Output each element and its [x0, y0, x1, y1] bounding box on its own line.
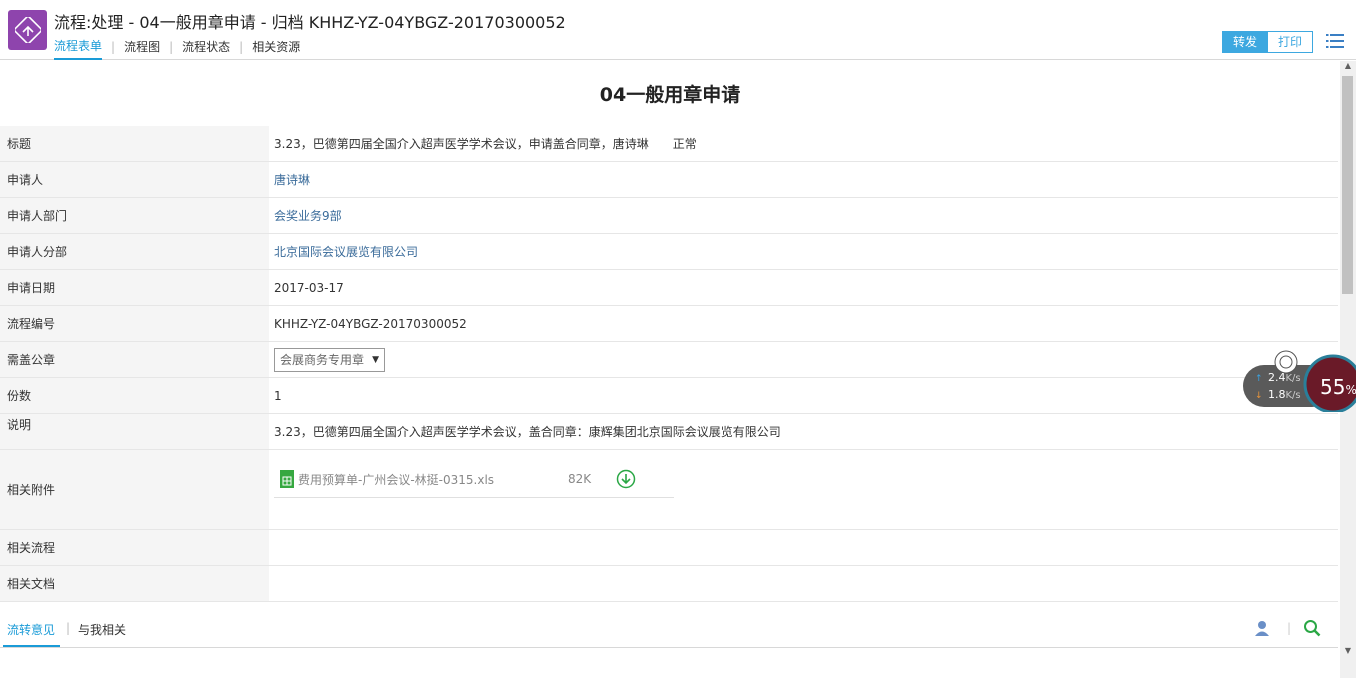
urgency-status: 正常 — [672, 137, 697, 151]
row-label: 相关文档 — [0, 566, 269, 601]
scroll-down-arrow-icon[interactable]: ▼ — [1340, 646, 1356, 660]
row-label: 申请日期 — [0, 270, 269, 305]
form-row-subject: 标题 3.23，巴德第四届全国介入超声医学学术会议，申请盖合同章，唐诗琳 正常 — [0, 126, 1338, 162]
tab-flow-form[interactable]: 流程表单 — [54, 37, 103, 60]
page-header: 流程:处理 - 04一般用章申请 - 归档 KHHZ-YZ-04YBGZ-201… — [0, 0, 1356, 60]
dropdown-arrow-icon: ▼ — [372, 354, 379, 365]
svg-text:↓: ↓ — [1255, 391, 1263, 401]
excel-file-icon — [280, 470, 294, 488]
form-row-branch: 申请人分部 北京国际会议展览有限公司 — [0, 234, 1338, 270]
active-tab-underline — [3, 645, 60, 647]
tab-flow-chart[interactable]: 流程图 — [124, 38, 160, 59]
user-icon[interactable] — [1253, 619, 1271, 637]
row-value: 北京国际会议展览有限公司 — [269, 234, 1338, 269]
form-content: 04一般用章申请 标题 3.23，巴德第四届全国介入超声医学学术会议，申请盖合同… — [0, 61, 1340, 678]
network-widget-graphic: ↑ ↓ 2.4K/s 1.8K/s 55% — [1243, 350, 1356, 414]
row-label: 份数 — [0, 378, 269, 413]
form-row-flow-no: 流程编号 KHHZ-YZ-04YBGZ-20170300052 — [0, 306, 1338, 342]
svg-text:2.4K/s: 2.4K/s — [1268, 371, 1301, 384]
forward-button[interactable]: 转发 — [1222, 31, 1269, 53]
tab-flow-status[interactable]: 流程状态 — [182, 38, 230, 59]
bottom-tabs: 流转意见 | 与我相关 | — [0, 611, 1338, 648]
print-button[interactable]: 打印 — [1268, 31, 1314, 53]
row-label: 说明 — [0, 414, 269, 449]
seal-select-value: 会展商务专用章 — [280, 353, 365, 367]
form-row-copies: 份数 1 — [0, 378, 1338, 414]
form-row-seal: 需盖公章 会展商务专用章 ▼ — [0, 342, 1338, 378]
row-value: KHHZ-YZ-04YBGZ-20170300052 — [269, 306, 1338, 341]
header-tabs: 流程表单 | 流程图 | 流程状态 | 相关资源 — [54, 37, 300, 60]
tab-separator: | — [66, 621, 71, 635]
form-title: 04一般用章申请 — [599, 84, 741, 106]
attachment-file-size: 82K — [568, 472, 592, 486]
attachment-item: 费用预算单-广州会议-林挺-0315.xls 82K — [274, 457, 674, 498]
form-table: 标题 3.23，巴德第四届全国介入超声医学学术会议，申请盖合同章，唐诗琳 正常 … — [0, 126, 1338, 602]
svg-text:↑: ↑ — [1255, 374, 1263, 384]
row-value: 2017-03-17 — [269, 270, 1338, 305]
tab-circulation-comments[interactable]: 流转意见 — [7, 621, 55, 638]
row-label: 申请人部门 — [0, 198, 269, 233]
attachment-file-name[interactable]: 费用预算单-广州会议-林挺-0315.xls — [298, 471, 568, 488]
applicant-link[interactable]: 唐诗琳 — [274, 171, 310, 188]
seal-select[interactable]: 会展商务专用章 ▼ — [274, 347, 385, 372]
subject-value: 3.23，巴德第四届全国介入超声医学学术会议，申请盖合同章，唐诗琳 — [274, 137, 649, 151]
form-row-related-flow: 相关流程 — [0, 530, 1338, 566]
download-icon[interactable] — [616, 469, 636, 489]
row-value: 3.23，巴德第四届全国介入超声医学学术会议，盖合同章：康辉集团北京国际会议展览… — [269, 414, 1338, 449]
page-title: 流程:处理 - 04一般用章申请 - 归档 KHHZ-YZ-04YBGZ-201… — [54, 13, 566, 32]
branch-link[interactable]: 北京国际会议展览有限公司 — [274, 243, 418, 260]
network-speed-widget[interactable]: ↑ ↓ 2.4K/s 1.8K/s 55% — [1243, 350, 1356, 414]
tab-separator: | — [111, 39, 116, 54]
row-value: 会奖业务9部 — [269, 198, 1338, 233]
tab-separator: | — [239, 39, 244, 54]
form-row-attachments: 相关附件 费用预算单-广州会议-林挺-0315.xls 82K — [0, 450, 1338, 530]
row-label: 流程编号 — [0, 306, 269, 341]
tab-related-resources[interactable]: 相关资源 — [252, 38, 300, 59]
row-value: 费用预算单-广州会议-林挺-0315.xls 82K — [269, 450, 1338, 529]
form-row-related-docs: 相关文档 — [0, 566, 1338, 602]
row-value — [269, 566, 1338, 601]
download-speed: 1.8 — [1268, 388, 1286, 401]
upload-speed: 2.4 — [1268, 371, 1286, 384]
row-value — [269, 530, 1338, 565]
row-label: 相关附件 — [0, 450, 269, 529]
department-link[interactable]: 会奖业务9部 — [274, 207, 342, 224]
row-label: 标题 — [0, 126, 269, 161]
form-row-applicant: 申请人 唐诗琳 — [0, 162, 1338, 198]
tab-separator: | — [169, 39, 174, 54]
row-value: 唐诗琳 — [269, 162, 1338, 197]
header-actions: 转发 打印 — [1222, 31, 1314, 53]
form-row-date: 申请日期 2017-03-17 — [0, 270, 1338, 306]
row-value: 3.23，巴德第四届全国介入超声医学学术会议，申请盖合同章，唐诗琳 正常 — [269, 126, 1338, 161]
row-label: 相关流程 — [0, 530, 269, 565]
icon-separator: | — [1287, 621, 1292, 635]
row-value: 1 — [269, 378, 1338, 413]
download-unit: K/s — [1286, 390, 1301, 401]
tab-related-to-me[interactable]: 与我相关 — [78, 621, 126, 638]
menu-list-icon[interactable] — [1326, 33, 1344, 49]
row-label: 需盖公章 — [0, 342, 269, 377]
row-label: 申请人分部 — [0, 234, 269, 269]
search-icon[interactable] — [1303, 619, 1321, 637]
scroll-thumb[interactable] — [1342, 76, 1353, 294]
usage-percent-sign: % — [1345, 383, 1356, 397]
svg-text:1.8K/s: 1.8K/s — [1268, 388, 1301, 401]
workflow-app-icon — [8, 10, 47, 50]
row-label: 申请人 — [0, 162, 269, 197]
scroll-up-arrow-icon[interactable]: ▲ — [1340, 61, 1356, 75]
form-row-description: 说明 3.23，巴德第四届全国介入超声医学学术会议，盖合同章：康辉集团北京国际会… — [0, 414, 1338, 450]
upload-unit: K/s — [1286, 373, 1301, 384]
form-row-department: 申请人部门 会奖业务9部 — [0, 198, 1338, 234]
row-value: 会展商务专用章 ▼ — [269, 342, 1338, 377]
usage-percent: 55 — [1320, 375, 1345, 399]
